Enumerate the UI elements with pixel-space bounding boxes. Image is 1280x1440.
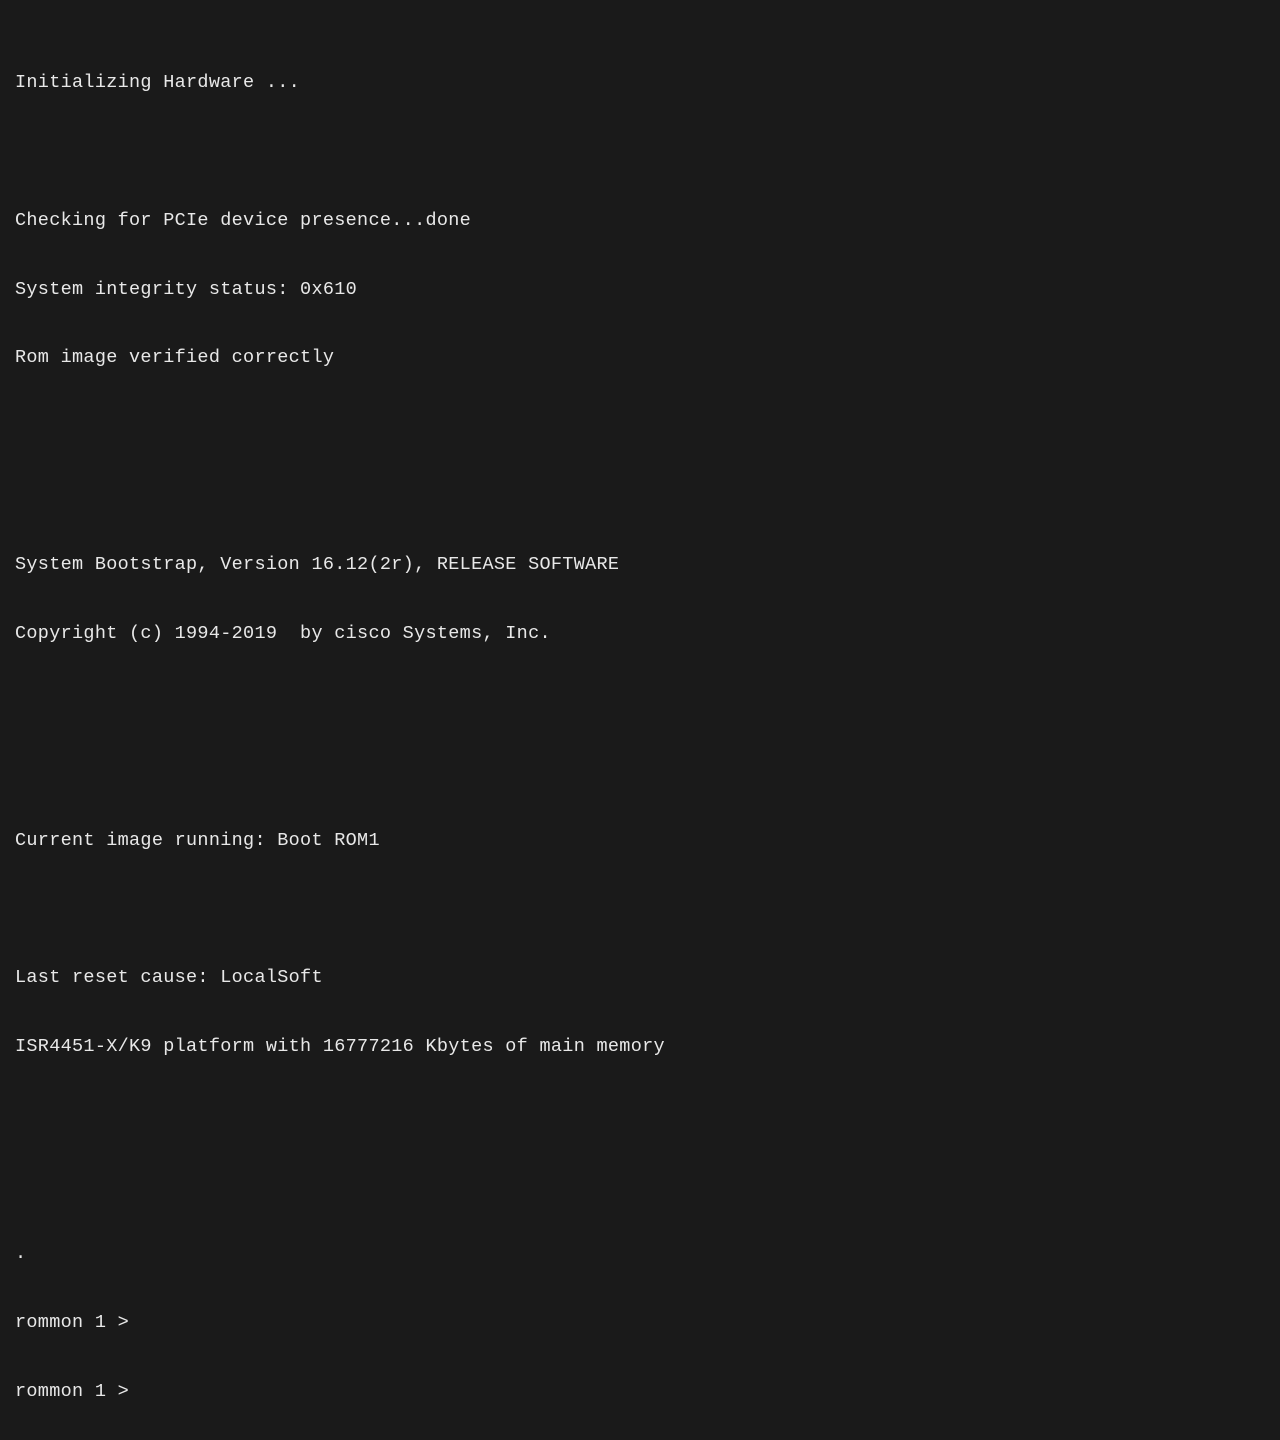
integrity-line: System integrity status: 0x610: [15, 279, 1265, 302]
rommon-prompt: rommon 1 >: [15, 1312, 1265, 1335]
terminal-output[interactable]: Initializing Hardware ... Checking for P…: [0, 0, 1280, 1440]
blank-line: [15, 141, 1265, 164]
pcie-line: Checking for PCIe device presence...done: [15, 210, 1265, 233]
blank-line: [15, 898, 1265, 921]
blank-line: [15, 485, 1265, 508]
blank-line: [15, 692, 1265, 715]
dot-line: .: [15, 1243, 1265, 1266]
blank-line: [15, 1174, 1265, 1197]
reset-cause-line: Last reset cause: LocalSoft: [15, 967, 1265, 990]
rommon-prompt: rommon 1 >: [15, 1381, 1265, 1404]
blank-line: [15, 416, 1265, 439]
blank-line: [15, 1105, 1265, 1128]
blank-line: [15, 761, 1265, 784]
rom-verify-line: Rom image verified correctly: [15, 347, 1265, 370]
platform-line: ISR4451-X/K9 platform with 16777216 Kbyt…: [15, 1036, 1265, 1059]
current-image-line: Current image running: Boot ROM1: [15, 830, 1265, 853]
copyright-line: Copyright (c) 1994-2019 by cisco Systems…: [15, 623, 1265, 646]
bootstrap-line: System Bootstrap, Version 16.12(2r), REL…: [15, 554, 1265, 577]
boot-init-line: Initializing Hardware ...: [15, 72, 1265, 95]
